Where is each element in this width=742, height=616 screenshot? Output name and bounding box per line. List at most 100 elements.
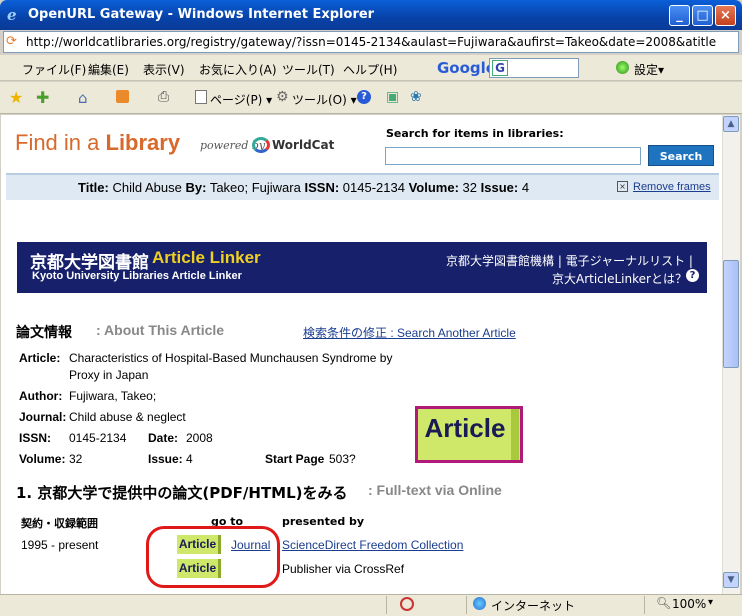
popup-blocker-icon [400, 597, 414, 611]
remove-frames-icon[interactable]: × [617, 181, 628, 192]
article-image-bar [511, 409, 519, 460]
tools-menu[interactable]: ツール(O) ▾ [292, 91, 357, 108]
menu-favorites[interactable]: お気に入り(A) [199, 61, 277, 78]
zoom-icon: 🔍︎ [656, 596, 672, 610]
citation-volume: 32 [462, 180, 477, 195]
search-another-link[interactable]: 検索条件の修正 : Search Another Article [303, 324, 516, 341]
citation-volume-label: Volume: [408, 180, 459, 195]
kyoto-links-line1[interactable]: 京都大学図書館機構 | 電子ジャーナルリスト | [446, 252, 693, 269]
author-value: Fujiwara, Takeo; [69, 389, 157, 403]
journal-label: Journal: [19, 410, 67, 424]
citation-by-label: By: [185, 180, 207, 195]
journal-value: Child abuse & neglect [69, 410, 186, 424]
row1-provider-link[interactable]: ScienceDirect Freedom Collection [282, 538, 463, 552]
citation-issue-label: Issue: [480, 180, 519, 195]
url-field[interactable]: http://worldcatlibraries.org/registry/ga… [26, 35, 716, 51]
zone-text: インターネット [491, 599, 576, 613]
page-menu[interactable]: ページ(P) ▾ [210, 91, 272, 108]
help-icon[interactable]: ? [686, 269, 699, 282]
menu-file[interactable]: ファイル(F) [22, 61, 86, 78]
date-label: Date: [148, 431, 179, 445]
start-page-value: 503? [329, 452, 356, 466]
scrollbar-thumb[interactable] [723, 260, 739, 368]
zoom-dropdown-icon[interactable]: ▾ [708, 597, 713, 608]
status-divider [644, 596, 645, 614]
kyoto-links-line2[interactable]: 京大ArticleLinkerとは？ [552, 270, 687, 287]
window-title: OpenURL Gateway - Windows Internet Explo… [28, 7, 375, 22]
citation-issn: 0145-2134 [342, 180, 405, 195]
google-logo: Google [437, 59, 496, 77]
about-heading-jp: 論文情報 [16, 325, 72, 341]
author-label: Author: [19, 389, 63, 403]
settings-menu[interactable]: 設定▾ [634, 61, 664, 78]
fil-title-bold: Library [105, 130, 181, 155]
citation-issue: 4 [521, 180, 530, 195]
row2-provider: Publisher via CrossRef [282, 562, 405, 576]
favorites-star-icon[interactable]: ★ [9, 88, 23, 107]
issue-value: 4 [186, 452, 193, 466]
tools-gear-icon: ⚙ [276, 89, 289, 105]
feeds-icon[interactable] [116, 90, 129, 103]
zoom-level[interactable]: 100% [672, 597, 706, 611]
messenger-icon[interactable]: ❀ [410, 89, 422, 105]
article-image-text: Article [424, 413, 506, 443]
issn-label: ISSN: [19, 431, 52, 445]
fulltext-heading-jp: 1. 京都大学で提供中の論文(PDF/HTML)をみる [16, 484, 348, 502]
google-logo-text: Google [437, 59, 496, 77]
issn-value: 0145-2134 [69, 431, 127, 445]
start-page-label: Start Page [265, 452, 325, 466]
home-icon[interactable]: ⌂ [78, 89, 88, 107]
scroll-up-arrow-icon[interactable]: ▲ [723, 116, 739, 132]
citation-summary: Title: Child Abuse By: Takeo; Fujiwara I… [78, 180, 529, 195]
scroll-down-arrow-icon[interactable]: ▼ [723, 572, 739, 588]
volume-value: 32 [69, 452, 83, 466]
citation-by: Takeo; Fujiwara [209, 180, 301, 195]
menu-tools[interactable]: ツール(T) [282, 61, 335, 78]
maximize-button[interactable]: □ [692, 5, 713, 26]
article-linker-title: Article Linker [152, 248, 261, 267]
ie-logo-icon: e [7, 6, 17, 24]
fil-title-prefix: Find in a [15, 130, 106, 155]
close-button[interactable]: × [715, 5, 736, 26]
command-bar [0, 82, 742, 114]
minimize-button[interactable]: _ [669, 5, 690, 26]
kyoto-english-title: Kyoto University Libraries Article Linke… [32, 270, 242, 282]
fulltext-heading-en: : Full-text via Online [368, 482, 502, 498]
remove-frames-link[interactable]: Remove frames [633, 181, 711, 193]
citation-title: Child Abuse [112, 180, 182, 195]
menu-view[interactable]: 表示(V) [143, 61, 185, 78]
search-button[interactable]: Search [648, 145, 714, 166]
menu-edit[interactable]: 編集(E) [88, 61, 129, 78]
search-label: Search for items in libraries: [386, 127, 564, 140]
research-icon[interactable]: ▣ [386, 89, 399, 105]
find-in-library-title: Find in a Library [15, 130, 180, 156]
about-heading-en: : About This Article [96, 322, 225, 338]
settings-icon [616, 61, 629, 74]
page-icon-cmd [195, 90, 207, 104]
article-title-line2: Proxy in Japan [69, 368, 149, 382]
issue-label: Issue: [148, 452, 183, 466]
citation-title-label: Title: [78, 180, 109, 195]
col-presented-header: presented by [282, 515, 365, 528]
worldcat-logo-text: WorldCat [272, 138, 335, 152]
row1-range: 1995 - present [21, 538, 99, 552]
worldcat-logo-icon [252, 137, 270, 153]
article-label: Article: [19, 351, 61, 365]
status-divider [386, 596, 387, 614]
menu-help[interactable]: ヘルプ(H) [343, 61, 397, 78]
library-search-input[interactable] [385, 147, 641, 165]
help-menu-icon[interactable]: ? [357, 90, 371, 104]
print-icon[interactable]: ⎙ [158, 89, 169, 105]
volume-label: Volume: [19, 452, 66, 466]
date-value: 2008 [186, 431, 213, 445]
col-range-header: 契約・収録範囲 [21, 517, 98, 530]
highlight-circle [146, 526, 280, 588]
citation-issn-label: ISSN: [304, 180, 340, 195]
internet-globe-icon [473, 597, 486, 610]
page-icon: ⟳ [6, 34, 17, 49]
status-bar [0, 594, 742, 616]
status-divider [466, 596, 467, 614]
add-favorite-icon[interactable]: ✚ [36, 88, 49, 107]
google-g-icon: G [492, 60, 508, 76]
article-title-line1: Characteristics of Hospital-Based Muncha… [69, 351, 393, 365]
